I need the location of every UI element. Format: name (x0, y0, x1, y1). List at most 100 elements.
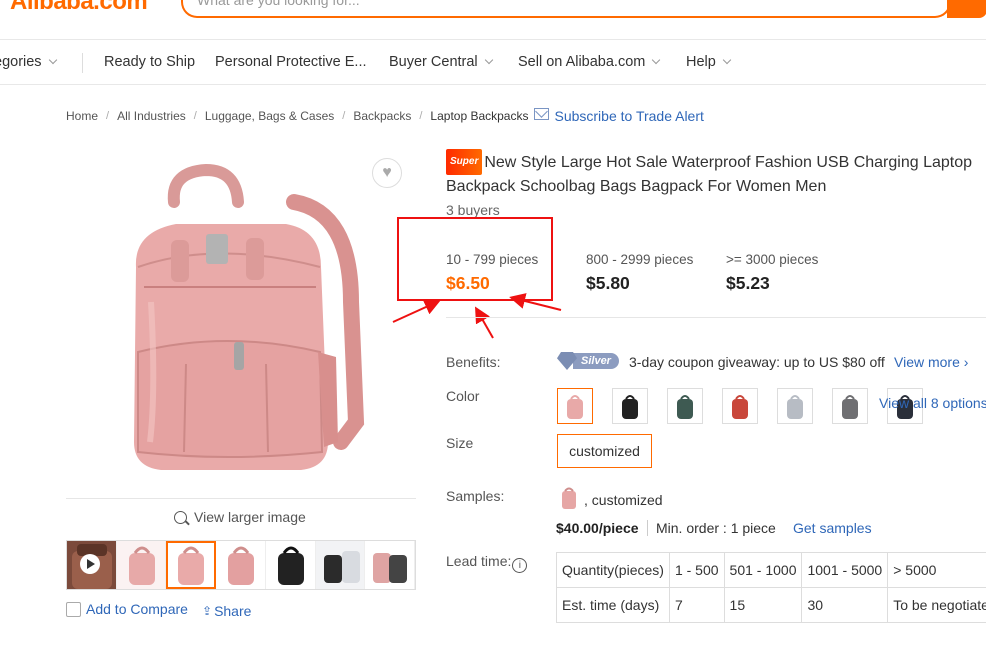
compare-checkbox[interactable] (66, 601, 81, 617)
swatch-bag-image (677, 395, 693, 419)
thumbnail-image[interactable] (315, 541, 366, 589)
table-cell: 30 (801, 587, 889, 623)
nav-buyer-central[interactable]: Buyer Central (389, 40, 493, 84)
thumbnail-image[interactable] (216, 541, 266, 589)
sample-price: $40.00/piece (556, 520, 639, 536)
color-swatch-red[interactable] (722, 388, 758, 424)
search-button[interactable] (947, 0, 986, 18)
swatch-bag-image (787, 395, 803, 419)
view-more-label: View more (894, 354, 960, 370)
lead-time-table: Quantity(pieces) 1 - 500 501 - 1000 1001… (556, 552, 986, 623)
thumbnail-image[interactable] (365, 541, 416, 589)
table-cell: > 5000 (887, 552, 986, 588)
nav-categories[interactable]: egories (0, 40, 57, 84)
search-bar (181, 0, 951, 18)
breadcrumb-separator: / (419, 110, 423, 122)
subscribe-trade-alert-link[interactable]: Subscribe to Trade Alert (554, 108, 703, 124)
thumbnail-image-selected[interactable] (166, 541, 217, 589)
table-cell: 7 (668, 587, 725, 623)
zoom-icon (174, 510, 187, 524)
sample-thumbnail (562, 487, 576, 509)
nav-sell[interactable]: Sell on Alibaba.com (518, 40, 661, 84)
benefit-text: 3-day coupon giveaway: up to US $80 off (629, 354, 885, 370)
add-to-compare[interactable]: Add to Compare (66, 601, 188, 617)
search-input[interactable] (197, 0, 897, 14)
table-row: Est. time (days) 7 15 30 To be negotiate… (556, 587, 986, 623)
price-tier-quantity: 10 - 799 pieces (446, 252, 539, 267)
table-cell: 15 (723, 587, 803, 623)
samples-label: Samples: (446, 488, 505, 504)
view-larger-label: View larger image (194, 509, 306, 525)
nav-ppe[interactable]: Personal Protective E... (215, 40, 367, 84)
add-to-compare-label: Add to Compare (86, 601, 188, 617)
thumbnail-image[interactable] (265, 541, 316, 589)
table-cell: 501 - 1000 (723, 552, 803, 588)
info-icon[interactable]: i (512, 558, 528, 573)
price-tier-2: 800 - 2999 pieces $5.80 (586, 252, 693, 294)
thumbnail-bag-image (116, 541, 166, 589)
breadcrumb-home[interactable]: Home (66, 109, 98, 123)
size-option-customized[interactable]: customized (557, 434, 652, 468)
lead-time-label-wrap: Lead time: i (446, 553, 528, 573)
color-swatch-dark-green[interactable] (667, 388, 703, 424)
view-more-benefits-link[interactable]: View more › (894, 354, 968, 370)
color-swatch-pink[interactable] (557, 388, 593, 424)
thumbnail-bag-image (365, 541, 415, 589)
benefits-label: Benefits: (446, 354, 501, 370)
price-tier-price: $6.50 (446, 273, 490, 293)
thumbnail-bag-image (315, 541, 365, 589)
view-larger-image-link[interactable]: View larger image (174, 509, 306, 525)
table-cell: 1 - 500 (668, 552, 725, 588)
breadcrumb-separator: / (342, 110, 346, 122)
buyers-count: 3 buyers (446, 202, 500, 218)
silver-badge-label: Silver (573, 353, 619, 369)
color-swatch-grey[interactable] (832, 388, 868, 424)
breadcrumb-all-industries[interactable]: All Industries (117, 109, 186, 123)
chevron-down-icon (48, 55, 57, 65)
section-divider (446, 317, 986, 318)
table-cell: To be negotiated (887, 587, 986, 623)
sample-divider (647, 520, 648, 536)
color-swatch-light-grey[interactable] (777, 388, 813, 424)
breadcrumb-current[interactable]: Laptop Backpacks (430, 109, 528, 123)
chevron-down-icon (484, 55, 493, 65)
nav-help-label: Help (686, 54, 716, 70)
top-header: Alibaba.com (0, 0, 986, 40)
main-nav: egories Ready to Ship Personal Protectiv… (0, 40, 986, 85)
price-tier-quantity: 800 - 2999 pieces (586, 252, 694, 267)
breadcrumb-luggage[interactable]: Luggage, Bags & Cases (205, 109, 334, 123)
thumbnail-video[interactable] (67, 541, 117, 589)
nav-help[interactable]: Help (686, 40, 732, 84)
favorite-heart-button[interactable]: ♥ (372, 158, 402, 188)
sample-description: , customized (584, 492, 663, 508)
thumbnail-bag-image (166, 541, 216, 589)
alibaba-logo[interactable]: Alibaba.com (10, 0, 148, 16)
chevron-right-icon: › (963, 354, 969, 370)
breadcrumb-separator: / (106, 110, 110, 122)
price-tier-1: 10 - 799 pieces $6.50 (446, 252, 538, 294)
nav-sell-label: Sell on Alibaba.com (518, 54, 646, 70)
thumbnail-image[interactable] (116, 541, 167, 589)
play-icon (80, 554, 100, 574)
share-icon: ⇪ (202, 604, 213, 618)
get-samples-link[interactable]: Get samples (793, 520, 872, 536)
nav-ready-to-ship[interactable]: Ready to Ship (104, 40, 195, 84)
breadcrumb-backpacks[interactable]: Backpacks (353, 109, 411, 123)
silver-badge: Silver (557, 352, 619, 370)
nav-categories-label: egories (0, 54, 42, 70)
thumbnail-bag-image (265, 541, 315, 589)
view-all-options-link[interactable]: View all 8 options (879, 395, 986, 411)
mail-icon (534, 108, 550, 120)
swatch-bag-image (567, 395, 583, 419)
price-tier-price: $5.80 (586, 273, 630, 293)
color-swatch-black[interactable] (612, 388, 648, 424)
product-main-image[interactable] (66, 152, 416, 497)
table-cell: Quantity(pieces) (556, 552, 670, 588)
share-link[interactable]: ⇪ Share (202, 603, 251, 619)
super-badge: Super (446, 149, 483, 175)
nav-divider (82, 53, 83, 73)
thumbnail-strip (66, 540, 416, 590)
thumbnail-bag-image (216, 541, 265, 589)
gallery-divider (66, 498, 416, 499)
heart-icon: ♥ (382, 164, 392, 181)
